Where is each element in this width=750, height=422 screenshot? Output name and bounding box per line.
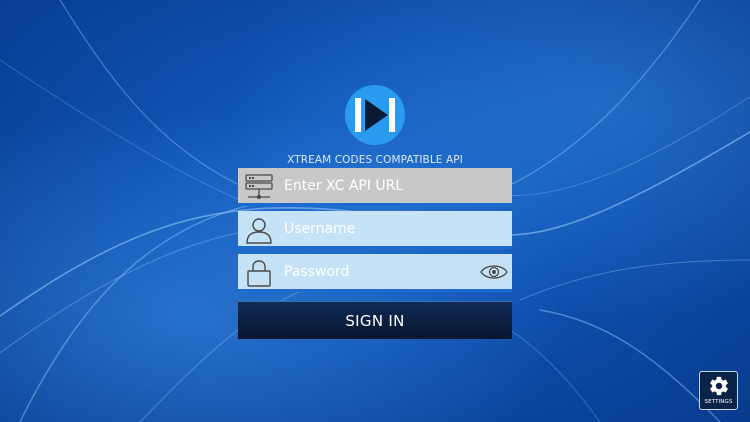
password-input[interactable] — [284, 254, 484, 289]
api-title: XTREAM CODES COMPATIBLE API — [287, 154, 463, 166]
settings-label: SETTINGS — [704, 399, 733, 405]
lock-icon — [247, 260, 271, 287]
url-input[interactable] — [284, 168, 484, 203]
user-icon — [246, 218, 272, 244]
username-input[interactable] — [284, 211, 484, 246]
username-field[interactable] — [238, 211, 512, 249]
settings-button[interactable]: SETTINGS — [699, 371, 738, 410]
url-field[interactable] — [238, 168, 512, 206]
server-icon — [245, 174, 273, 200]
password-field[interactable] — [238, 254, 512, 292]
sign-in-button[interactable]: SIGN IN — [238, 301, 512, 339]
play-logo-icon — [345, 85, 405, 145]
gear-icon — [710, 376, 728, 396]
eye-icon[interactable] — [480, 263, 508, 281]
